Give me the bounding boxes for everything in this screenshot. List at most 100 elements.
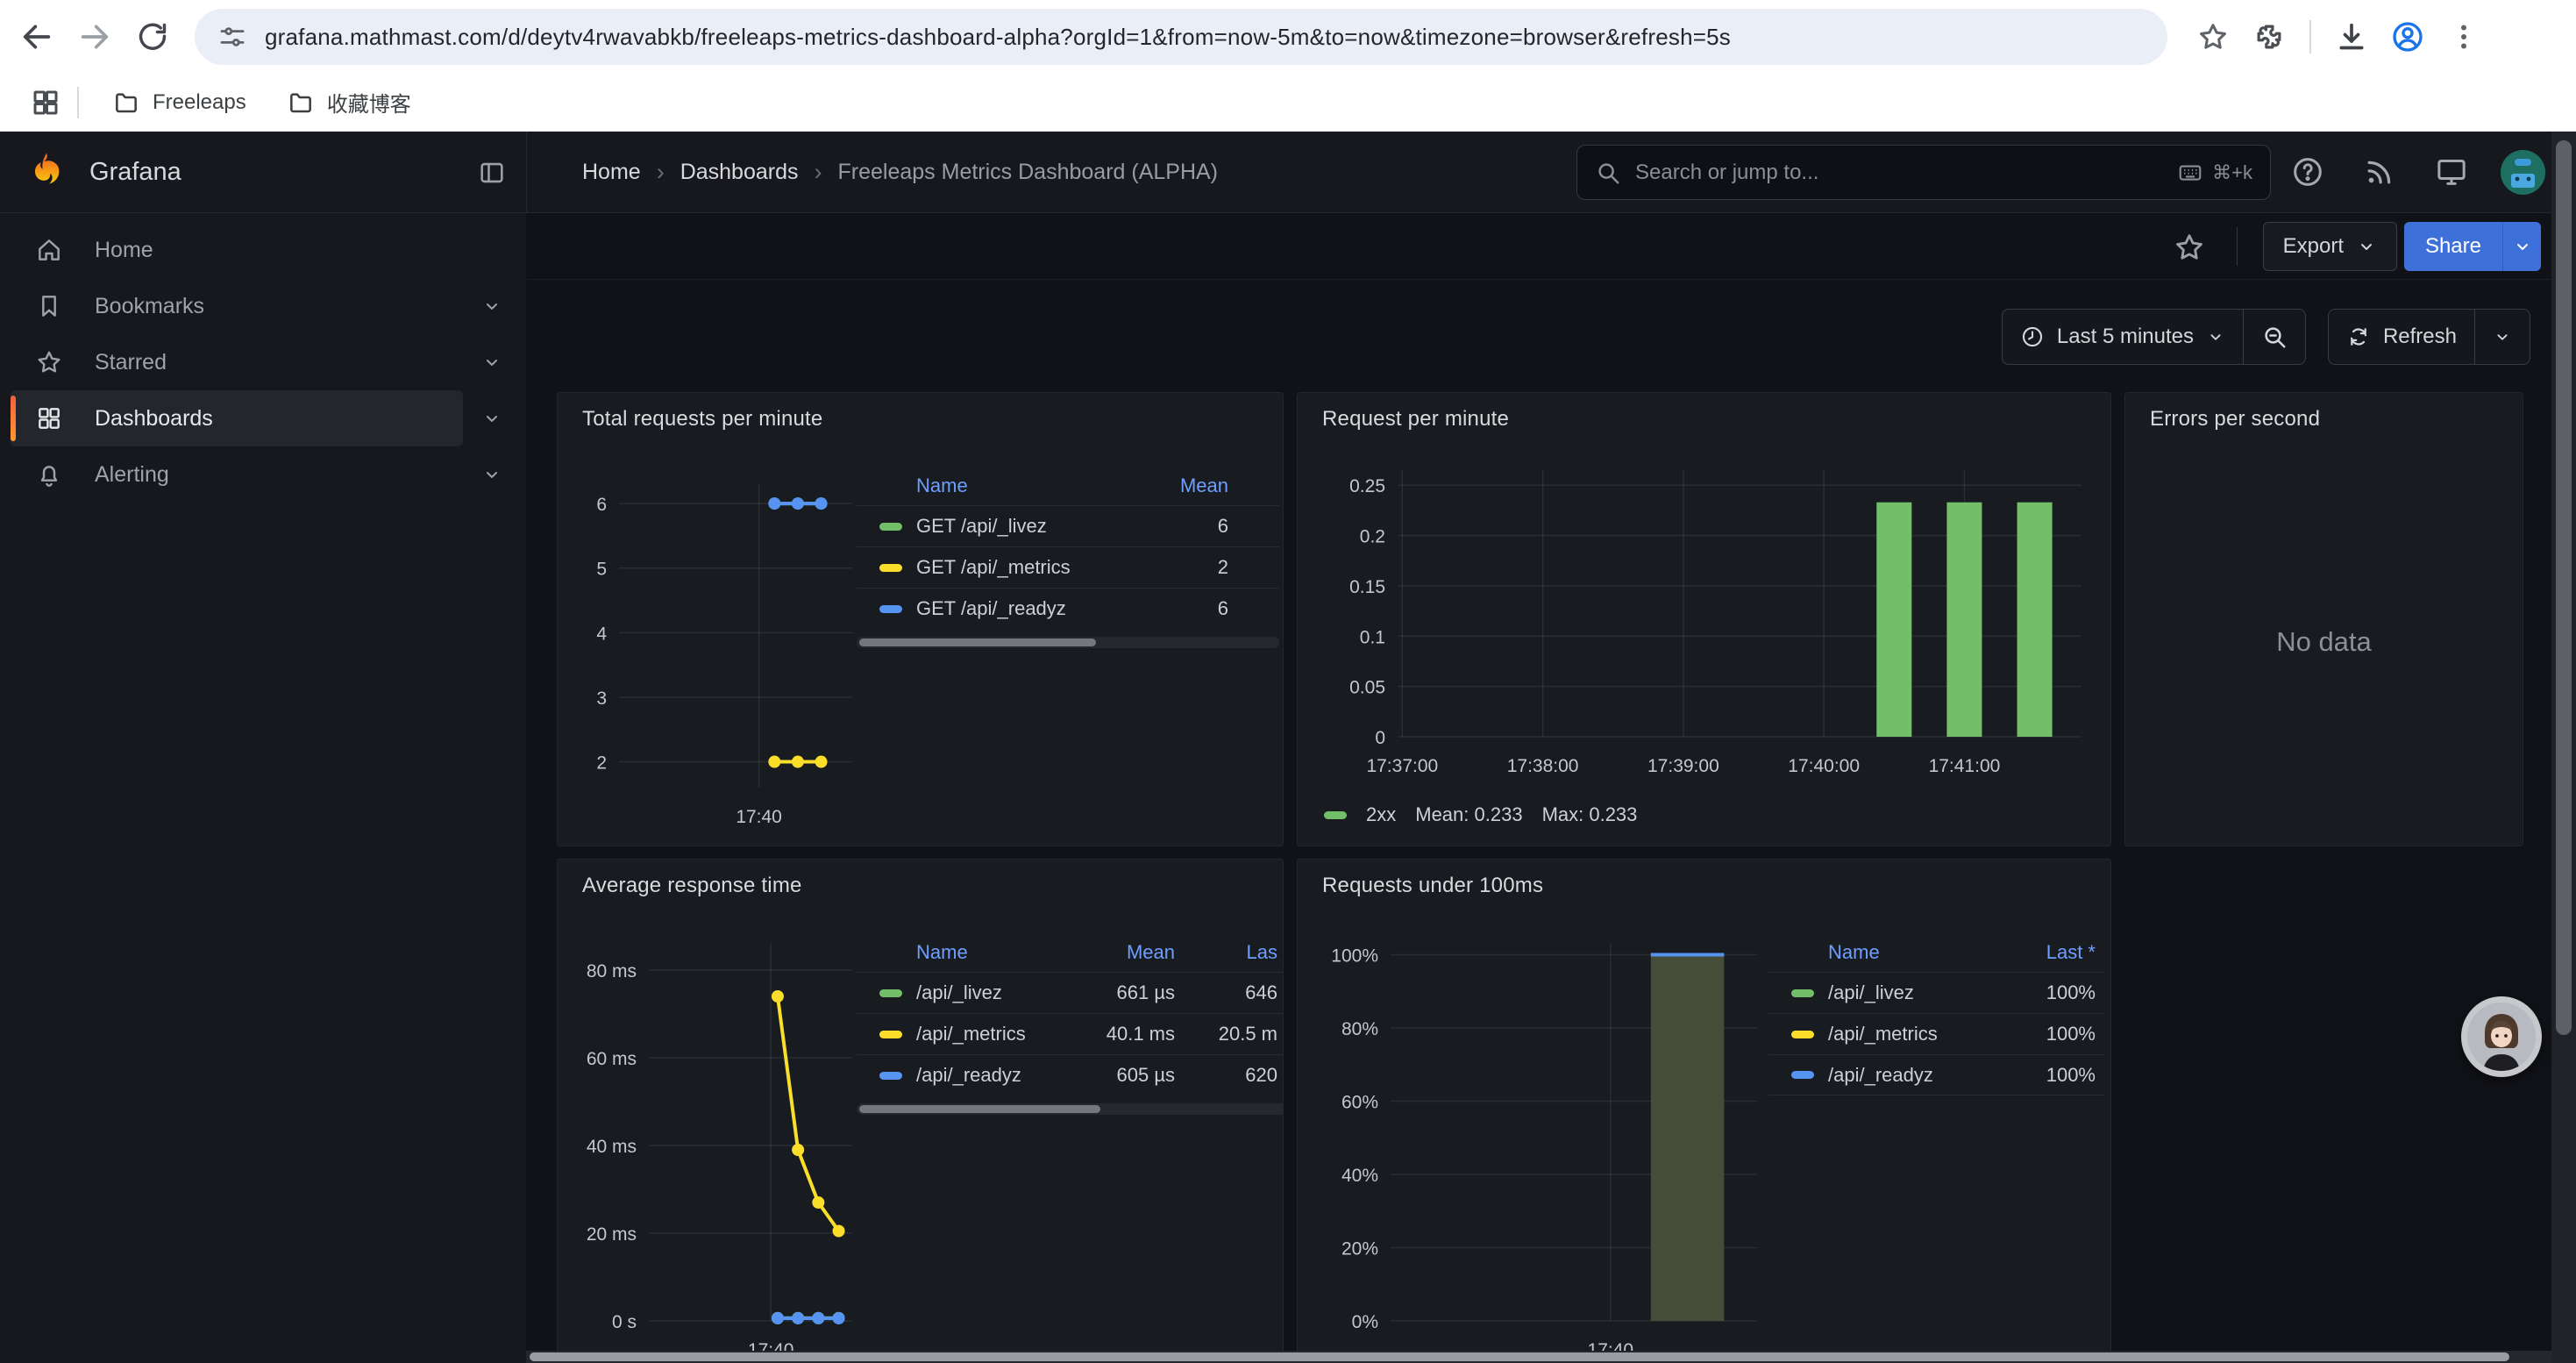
- vertical-scrollbar-thumb[interactable]: [2556, 140, 2572, 1035]
- series-color-swatch: [1791, 1031, 1814, 1038]
- panel-title[interactable]: Requests under 100ms: [1322, 874, 1543, 898]
- series-name-cell[interactable]: /api/_livez: [1768, 981, 1995, 1004]
- table-row[interactable]: /api/_metrics100%: [1768, 1013, 2104, 1054]
- apps-grid-icon[interactable]: [30, 87, 61, 118]
- series-name-cell[interactable]: GET /api/_metrics: [857, 556, 1156, 579]
- chevron-down-icon[interactable]: [479, 446, 505, 503]
- sidebar-item-home[interactable]: Home: [11, 222, 463, 278]
- sidebar-item-label: Home: [95, 238, 153, 263]
- legend-table: NameMeanGET /api/_livez6GET /api/_metric…: [857, 467, 1279, 648]
- table-row[interactable]: GET /api/_metrics2: [857, 546, 1279, 588]
- sidebar-item-alerting[interactable]: Alerting: [11, 446, 463, 503]
- time-range-main[interactable]: Last 5 minutes: [2003, 310, 2243, 364]
- breadcrumb-item[interactable]: Home: [582, 160, 641, 185]
- data-point: [792, 1312, 804, 1324]
- x-axis-label: 17:39:00: [1647, 756, 1719, 776]
- vertical-scrollbar[interactable]: [2551, 132, 2576, 1363]
- forward-arrow-icon[interactable]: [70, 12, 119, 61]
- column-header[interactable]: Name: [857, 475, 1156, 497]
- total-requests-chart[interactable]: 2345617:40: [568, 468, 859, 840]
- floating-avatar-button[interactable]: [2461, 996, 2542, 1077]
- home-icon: [35, 236, 63, 264]
- site-info-icon[interactable]: [217, 22, 247, 52]
- url-bar[interactable]: grafana.mathmast.com/d/deytv4rwavabkb/fr…: [195, 9, 2167, 65]
- monitor-icon[interactable]: [2430, 151, 2473, 193]
- x-axis-label: 17:40:00: [1788, 756, 1860, 776]
- table-row[interactable]: /api/_livez100%: [1768, 972, 2104, 1013]
- data-point: [815, 756, 828, 768]
- series-color-swatch: [879, 1072, 902, 1080]
- legend-scrollbar-thumb[interactable]: [859, 1105, 1100, 1113]
- refresh-picker[interactable]: Refresh: [2328, 309, 2530, 365]
- zoom-out-button[interactable]: [2243, 310, 2305, 364]
- table-row[interactable]: GET /api/_livez6: [857, 505, 1279, 546]
- legend-scrollbar-thumb[interactable]: [859, 639, 1096, 646]
- series-name-cell[interactable]: /api/_readyz: [857, 1064, 1102, 1087]
- series-name-cell[interactable]: /api/_metrics: [1768, 1023, 1995, 1045]
- legend-scrollbar[interactable]: [857, 637, 1279, 648]
- average-response-time-chart[interactable]: 0 s20 ms40 ms60 ms80 ms17:40: [568, 928, 859, 1363]
- bookmark-folder[interactable]: 收藏博客: [271, 80, 427, 125]
- column-header[interactable]: Mean: [1102, 941, 1185, 964]
- chevron-down-icon[interactable]: [479, 390, 505, 446]
- refresh-button[interactable]: Refresh: [2329, 310, 2474, 364]
- bookmarks-bar: Freeleaps收藏博客: [0, 74, 2576, 132]
- user-avatar[interactable]: [2501, 150, 2545, 195]
- grafana-brand[interactable]: Grafana: [25, 132, 181, 213]
- refresh-interval-dropdown[interactable]: [2474, 310, 2530, 364]
- bookmark-folder[interactable]: Freeleaps: [96, 82, 262, 124]
- panel-title[interactable]: Request per minute: [1322, 407, 1509, 432]
- share-button[interactable]: Share: [2404, 222, 2541, 271]
- series-value: 20.5 m: [1185, 1023, 1284, 1045]
- panel-title[interactable]: Average response time: [582, 874, 802, 898]
- request-per-minute-chart[interactable]: 00.050.10.150.20.2517:37:0017:38:0017:39…: [1310, 454, 2099, 798]
- series-name[interactable]: 2xx: [1366, 803, 1396, 826]
- legend-scrollbar[interactable]: [857, 1103, 1284, 1115]
- share-dropdown-icon[interactable]: [2502, 222, 2541, 271]
- series-name-cell[interactable]: /api/_readyz: [1768, 1064, 1995, 1087]
- bookmark-star-icon[interactable]: [2188, 12, 2238, 61]
- chevron-down-icon[interactable]: [479, 278, 505, 334]
- table-row[interactable]: /api/_readyz100%: [1768, 1054, 2104, 1095]
- profile-icon[interactable]: [2383, 12, 2432, 61]
- table-row[interactable]: /api/_metrics40.1 ms20.5 m: [857, 1013, 1284, 1054]
- sidebar-item-bookmarks[interactable]: Bookmarks: [11, 278, 463, 334]
- extensions-icon[interactable]: [2245, 12, 2294, 61]
- series-name-cell[interactable]: GET /api/_livez: [857, 515, 1156, 538]
- breadcrumb-item[interactable]: Dashboards: [680, 160, 799, 185]
- favorite-star-icon[interactable]: [2171, 229, 2208, 266]
- legend-table: NameLast * /api/_livez100%/api/_metrics10…: [1768, 933, 2104, 1095]
- news-icon[interactable]: [2359, 151, 2401, 193]
- table-row[interactable]: /api/_readyz605 µs620: [857, 1054, 1284, 1095]
- column-header[interactable]: Name: [857, 941, 1102, 964]
- y-axis-label: 6: [596, 495, 607, 515]
- export-button[interactable]: Export: [2263, 222, 2397, 271]
- horizontal-scrollbar-thumb[interactable]: [530, 1352, 2509, 1361]
- reload-icon[interactable]: [128, 12, 177, 61]
- series-name-cell[interactable]: /api/_livez: [857, 981, 1102, 1004]
- panel-title[interactable]: Total requests per minute: [582, 407, 822, 432]
- column-header[interactable]: Last *: [1995, 941, 2104, 964]
- column-header[interactable]: Mean: [1156, 475, 1279, 497]
- sidebar-item-starred[interactable]: Starred: [11, 334, 463, 390]
- download-icon[interactable]: [2327, 12, 2376, 61]
- help-icon[interactable]: [2287, 151, 2329, 193]
- chevron-down-icon[interactable]: [479, 334, 505, 390]
- search-input[interactable]: Search or jump to... ⌘+k: [1576, 145, 2271, 200]
- panel-title[interactable]: Errors per second: [2150, 407, 2320, 432]
- search-icon: [1595, 160, 1621, 186]
- back-arrow-icon[interactable]: [12, 12, 61, 61]
- sidebar-item-dashboards[interactable]: Dashboards: [11, 390, 463, 446]
- table-row[interactable]: GET /api/_readyz6: [857, 588, 1279, 629]
- table-row[interactable]: /api/_livez661 µs646: [857, 972, 1284, 1013]
- series-name-cell[interactable]: /api/_metrics: [857, 1023, 1102, 1045]
- time-range-picker[interactable]: Last 5 minutes: [2002, 309, 2306, 365]
- dock-menu-icon[interactable]: [472, 153, 512, 193]
- series-name-cell[interactable]: GET /api/_readyz: [857, 597, 1156, 620]
- y-axis-label: 0.1: [1360, 627, 1385, 647]
- column-header[interactable]: Name: [1768, 941, 1995, 964]
- requests-under-100ms-chart[interactable]: 0%20%40%60%80%100%17:40: [1310, 928, 1766, 1363]
- column-header[interactable]: Las: [1185, 941, 1284, 964]
- horizontal-scrollbar[interactable]: [526, 1351, 2551, 1363]
- menu-dots-icon[interactable]: [2439, 12, 2488, 61]
